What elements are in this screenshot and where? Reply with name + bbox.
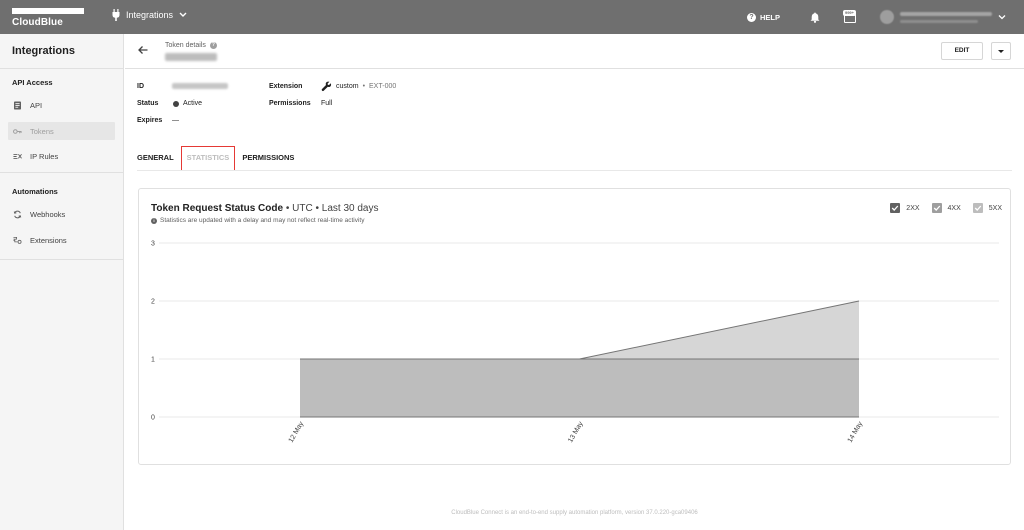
sidebar-item-label: IP Rules xyxy=(30,151,59,161)
more-actions-button[interactable] xyxy=(991,42,1011,60)
x-tick-label: 14 May xyxy=(847,420,865,444)
sidebar-divider xyxy=(0,172,124,173)
help-icon[interactable]: ? xyxy=(209,42,217,49)
area-2XX xyxy=(300,359,859,417)
avatar xyxy=(880,10,894,24)
help-label: HELP xyxy=(759,12,780,22)
module-switcher[interactable]: Integrations xyxy=(112,9,187,21)
bell-icon[interactable] xyxy=(810,12,820,23)
sidebar-item-tokens[interactable]: Tokens xyxy=(8,122,115,140)
sidebar-item-extensions[interactable]: Extensions xyxy=(8,231,115,249)
top-right-controls: ? HELP 999+ xyxy=(746,0,1006,34)
sidebar-item-api[interactable]: API xyxy=(8,96,115,114)
y-tick-label: 0 xyxy=(151,415,155,422)
extension-name: custom xyxy=(336,83,359,90)
header-divider xyxy=(125,68,1024,69)
module-label: Integrations xyxy=(126,10,174,20)
permissions-label: Permissions xyxy=(269,100,311,107)
sidebar: Integrations API Access API Tokens IP Ru… xyxy=(0,34,124,530)
caret-down-icon xyxy=(998,50,1004,53)
extension-label: Extension xyxy=(269,83,303,90)
sidebar-item-webhooks[interactable]: Webhooks xyxy=(8,205,115,223)
y-tick-label: 3 xyxy=(151,241,155,248)
status-value: Active xyxy=(173,100,202,107)
tab-bar: GENERAL STATISTICS PERMISSIONS xyxy=(137,153,294,171)
sidebar-item-ip-rules[interactable]: IP Rules xyxy=(8,147,115,165)
tabs-divider xyxy=(137,170,1012,171)
tray-icon[interactable]: 999+ xyxy=(842,10,858,24)
sidebar-section-api-access: API Access xyxy=(12,78,53,87)
sidebar-item-label: Extensions xyxy=(30,235,67,245)
sidebar-item-label: Tokens xyxy=(30,126,54,136)
status-text: Active xyxy=(183,100,203,107)
logo-bar xyxy=(12,8,84,14)
key-icon xyxy=(13,128,22,134)
tab-permissions[interactable]: PERMISSIONS xyxy=(242,153,294,167)
help-button[interactable]: ? HELP xyxy=(746,12,780,22)
expires-value: — xyxy=(172,117,179,124)
status-label: Status xyxy=(137,100,159,107)
status-code-chart: 0 1 2 3 12 May 13 May 14 May xyxy=(151,241,999,444)
sidebar-divider xyxy=(0,68,124,69)
account-company xyxy=(900,19,978,23)
wrench-icon xyxy=(321,81,332,92)
main-content: Token details ? EDIT ID Status Active Ex… xyxy=(125,34,1024,530)
rules-icon xyxy=(13,153,22,159)
help-icon: ? xyxy=(746,12,756,22)
id-value xyxy=(172,83,228,89)
tab-statistics[interactable]: STATISTICS xyxy=(187,153,230,167)
area-4XX xyxy=(300,301,859,359)
statistics-card: Token Request Status Code • UTC • Last 3… xyxy=(138,188,1011,465)
extension-separator: • xyxy=(362,83,366,90)
expires-label: Expires xyxy=(137,117,163,124)
y-tick-label: 2 xyxy=(151,299,155,306)
sync-icon xyxy=(13,210,22,218)
sidebar-item-label: API xyxy=(30,100,43,110)
sidebar-title: Integrations xyxy=(12,45,75,57)
x-tick-label: 13 May xyxy=(567,420,585,444)
permissions-value: Full xyxy=(321,100,333,107)
page-subtitle-text: Token details xyxy=(165,42,206,49)
page-title xyxy=(165,53,217,61)
sidebar-divider xyxy=(0,259,124,260)
footer-text: CloudBlue Connect is an end-to-end suppl… xyxy=(451,510,698,516)
account-info xyxy=(900,11,992,23)
cloudblue-logo[interactable]: CloudBlue xyxy=(12,8,84,28)
edit-button[interactable]: EDIT xyxy=(941,42,983,60)
document-icon xyxy=(14,101,21,109)
page-subtitle: Token details ? xyxy=(165,42,217,49)
extension-icon xyxy=(13,236,22,244)
blurred-id xyxy=(172,83,228,89)
x-tick-label: 12 May xyxy=(288,420,306,444)
sidebar-item-label: Webhooks xyxy=(30,209,66,219)
id-label: ID xyxy=(137,83,144,90)
chevron-down-icon xyxy=(998,15,1006,20)
status-dot-icon xyxy=(173,100,179,107)
sidebar-section-automations: Automations xyxy=(12,187,58,196)
tray-badge: 999+ xyxy=(843,10,856,16)
extension-id: EXT-000 xyxy=(369,83,397,90)
y-tick-label: 1 xyxy=(151,357,155,364)
account-menu[interactable] xyxy=(880,10,1006,24)
chevron-down-icon xyxy=(179,12,187,17)
plug-icon xyxy=(112,9,120,21)
extension-value[interactable]: custom • EXT-000 xyxy=(321,81,396,92)
logo-text: CloudBlue xyxy=(12,17,63,28)
back-arrow-icon[interactable] xyxy=(137,44,149,56)
top-bar: CloudBlue Integrations ? HELP 999+ xyxy=(0,0,1024,34)
tab-general[interactable]: GENERAL xyxy=(137,153,174,167)
account-name xyxy=(900,11,992,16)
